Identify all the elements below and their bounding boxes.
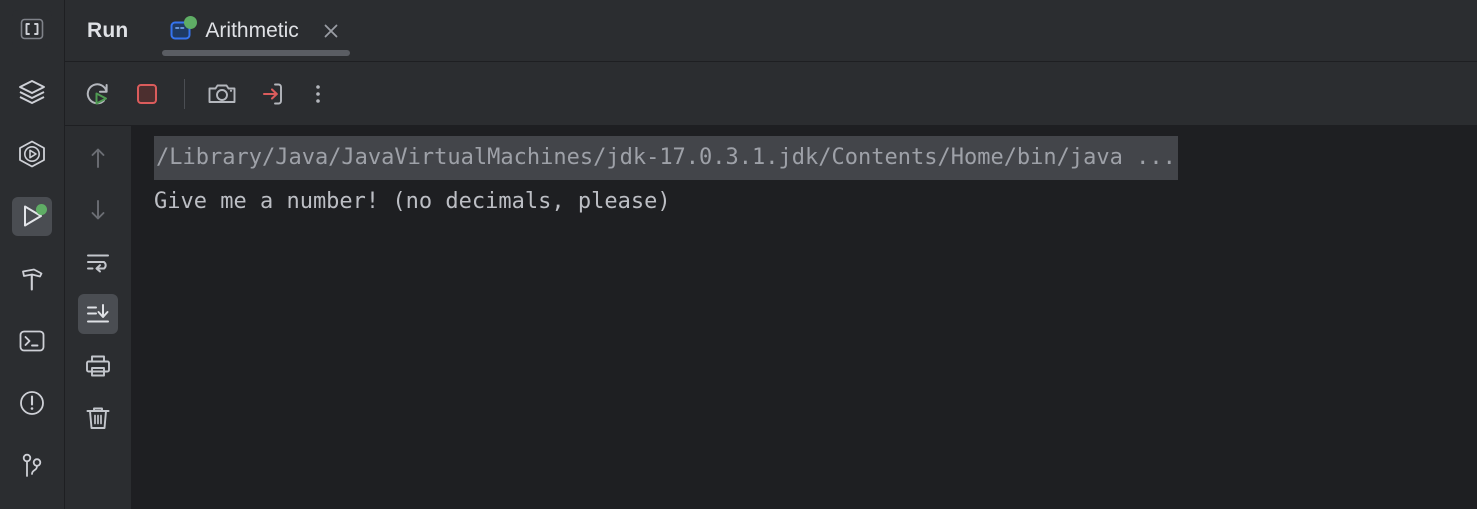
clear-all-button[interactable]	[78, 398, 118, 438]
dump-threads-button[interactable]	[200, 72, 244, 116]
camera-icon	[208, 84, 236, 103]
stop-button[interactable]	[125, 72, 169, 116]
hexagon-play-icon	[19, 140, 45, 168]
git-branch-icon	[22, 453, 42, 477]
project-brackets-icon	[20, 18, 44, 40]
soft-wrap-icon	[87, 254, 109, 273]
running-badge-icon	[184, 15, 198, 29]
printer-icon	[86, 355, 110, 377]
arrow-up-icon	[91, 148, 105, 168]
print-button[interactable]	[78, 346, 118, 386]
rerun-button[interactable]	[77, 72, 121, 116]
console-stdout-line: Give me a number! (no decimals, please)	[154, 189, 671, 214]
console-line: Give me a number! (no decimals, please)	[132, 180, 1477, 224]
console-area: /Library/Java/JavaVirtualMachines/jdk-17…	[65, 126, 1477, 509]
export-button[interactable]	[248, 72, 292, 116]
console-output[interactable]: /Library/Java/JavaVirtualMachines/jdk-17…	[132, 126, 1477, 509]
scroll-to-end-button[interactable]	[78, 294, 118, 334]
arrow-down-icon	[91, 200, 105, 220]
sidebar-item-run-configurations[interactable]	[12, 135, 52, 173]
tool-window-header: Run Arithmetic	[65, 0, 1477, 62]
sidebar-item-project[interactable]	[12, 10, 52, 49]
active-tab-indicator	[162, 50, 350, 56]
sidebar-item-run[interactable]	[12, 197, 52, 236]
close-icon[interactable]	[318, 18, 344, 44]
run-toolbar	[65, 62, 1477, 126]
tool-window-title: Run	[87, 18, 129, 42]
console-gutter-toolbar	[65, 126, 132, 509]
sidebar-item-version-control[interactable]	[12, 447, 52, 485]
tab-label: Arithmetic	[205, 18, 299, 42]
sidebar-item-problems[interactable]	[12, 384, 52, 422]
scroll-to-end-icon	[87, 304, 109, 323]
sidebar-item-build[interactable]	[12, 260, 52, 298]
run-configuration-icon	[168, 15, 198, 44]
tab-arithmetic[interactable]: Arithmetic	[154, 0, 357, 61]
run-panel: Run Arithmetic /Library/Java/JavaVirtual…	[65, 0, 1477, 509]
problems-icon	[20, 391, 44, 416]
trash-icon	[86, 407, 110, 429]
rerun-icon	[86, 82, 108, 104]
toolbar-separator	[184, 78, 185, 109]
sidebar-item-services[interactable]	[12, 72, 52, 110]
layers-icon	[19, 79, 45, 104]
hammer-icon	[22, 268, 43, 291]
stop-icon	[137, 83, 157, 104]
run-tool-window: Run Arithmetic /Library/Java/JavaVirtual…	[0, 0, 1477, 509]
soft-wrap-button[interactable]	[78, 242, 118, 282]
more-options-button[interactable]	[296, 72, 340, 116]
vertical-dots-icon	[316, 84, 320, 103]
console-line: /Library/Java/JavaVirtualMachines/jdk-17…	[132, 136, 1477, 180]
activity-bar	[0, 0, 65, 509]
terminal-icon	[19, 330, 45, 352]
sidebar-item-terminal[interactable]	[12, 322, 52, 360]
export-arrow-icon	[262, 83, 282, 104]
console-command-line: /Library/Java/JavaVirtualMachines/jdk-17…	[154, 136, 1178, 180]
previous-occurrence-button[interactable]	[78, 138, 118, 178]
next-occurrence-button[interactable]	[78, 190, 118, 230]
